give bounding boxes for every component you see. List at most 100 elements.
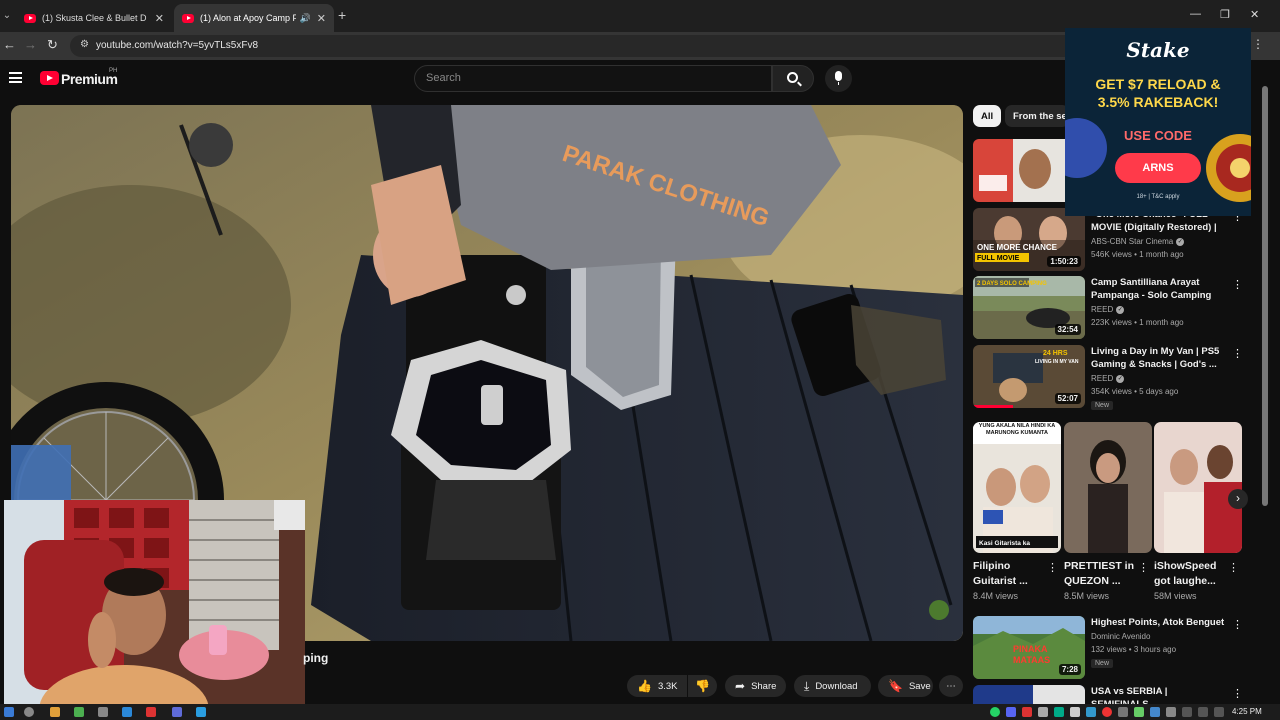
recommendation-item[interactable]: 24 HRS LIVING IN MY VAN 52:07 Living a D… xyxy=(973,345,1243,410)
more-vertical-icon[interactable]: ⋮ xyxy=(1232,347,1243,360)
browser-tab[interactable]: (1) Skusta Clee & Bullet D - "D ✕ xyxy=(16,4,172,32)
more-vertical-icon[interactable]: ⋮ xyxy=(1232,687,1243,700)
tray-icon[interactable] xyxy=(1070,707,1080,717)
recommendation-item[interactable]: PINAKA MATAAS 7:28 Highest Points, Atok … xyxy=(973,616,1243,680)
chevron-right-icon[interactable]: › xyxy=(1228,489,1248,509)
save-label: Save xyxy=(908,680,931,692)
video-thumbnail[interactable]: PINAKA MATAAS 7:28 xyxy=(973,616,1085,679)
channel-row[interactable]: REED ✓ xyxy=(1091,374,1125,383)
recommendation-item[interactable]: ONE MORE CHANCE FULL MOVIE 1:50:23 "One … xyxy=(973,208,1243,272)
more-vertical-icon[interactable]: ⋮ xyxy=(1232,278,1243,291)
tab-close-icon[interactable]: ✕ xyxy=(155,12,164,25)
telegram-icon[interactable] xyxy=(1086,707,1096,717)
hamburger-menu-icon[interactable] xyxy=(9,72,22,83)
new-tab-icon[interactable]: + xyxy=(338,7,346,23)
verified-icon: ✓ xyxy=(1116,374,1125,383)
page-scrollbar[interactable] xyxy=(1262,76,1268,696)
system-clock[interactable]: 4:25 PM xyxy=(1232,707,1262,716)
tray-icon[interactable] xyxy=(1150,707,1160,717)
dislike-button[interactable]: 👎 xyxy=(688,675,717,697)
short-title[interactable]: iShowSpeed got laughe... xyxy=(1154,559,1226,589)
more-vertical-icon[interactable]: ⋮ xyxy=(1138,561,1149,574)
app-icon[interactable] xyxy=(50,707,60,717)
recommendation-item[interactable]: 2 DAYS SOLO CAMPING 32:54 Camp Santillia… xyxy=(973,276,1243,340)
download-button[interactable]: ⤓ Download xyxy=(794,675,871,697)
short-thumbnail[interactable] xyxy=(1064,422,1152,553)
video-thumbnail[interactable] xyxy=(973,685,1085,704)
browser-menu-icon[interactable]: ⋮ xyxy=(1252,37,1264,51)
video-thumbnail[interactable]: ONE MORE CHANCE FULL MOVIE 1:50:23 xyxy=(973,208,1085,271)
like-button[interactable]: 👍 3.3K xyxy=(627,675,687,697)
duration-badge: 7:28 xyxy=(1058,664,1081,675)
app-icon[interactable] xyxy=(122,707,132,717)
voice-search-button[interactable] xyxy=(825,65,852,92)
tray-icon[interactable] xyxy=(1102,707,1112,717)
minimize-icon[interactable]: — xyxy=(1190,8,1201,20)
youtube-logo-icon[interactable] xyxy=(40,71,59,85)
reload-icon[interactable]: ↻ xyxy=(47,37,58,53)
more-vertical-icon[interactable]: ⋮ xyxy=(1228,561,1239,574)
video-thumbnail[interactable]: 2 DAYS SOLO CAMPING 32:54 xyxy=(973,276,1085,339)
search-icon[interactable] xyxy=(24,707,34,717)
app-icon[interactable] xyxy=(74,707,84,717)
app-icon[interactable] xyxy=(98,707,108,717)
maximize-icon[interactable]: ❐ xyxy=(1220,8,1230,21)
short-thumbnail[interactable]: YUNG AKALA NILA HINDI KA MARUNONG KUMANT… xyxy=(973,422,1061,553)
start-icon[interactable] xyxy=(4,707,14,717)
short-item[interactable]: iShowSpeed got laughe... 58M views ⋮ xyxy=(1154,422,1242,612)
short-thumbnail[interactable] xyxy=(1154,422,1242,553)
site-info-icon[interactable]: ⚙ xyxy=(80,39,89,50)
app-icon[interactable] xyxy=(146,707,156,717)
channel-row[interactable]: REED ✓ xyxy=(1091,305,1125,314)
speaker-icon[interactable]: 🔊 xyxy=(300,13,311,24)
short-views: 58M views xyxy=(1154,591,1197,601)
save-button[interactable]: 🔖 Save xyxy=(878,675,933,697)
back-arrow-icon[interactable]: ← xyxy=(3,37,16,52)
recommendation-title[interactable]: USA vs SERBIA | SEMIFINALS xyxy=(1091,685,1227,704)
tray-icon[interactable] xyxy=(1038,707,1048,717)
chip-all[interactable]: All xyxy=(973,105,1002,127)
chip-from-series[interactable]: From the series xyxy=(1005,105,1069,127)
recommendation-title[interactable]: Highest Points, Atok Benguet xyxy=(1091,616,1227,629)
more-vertical-icon[interactable]: ⋮ xyxy=(1232,618,1243,631)
volume-icon[interactable] xyxy=(1198,707,1208,717)
app-icon[interactable] xyxy=(196,707,206,717)
webcam-frame xyxy=(4,500,305,710)
new-badge: New xyxy=(1091,659,1114,668)
thumbnail-image xyxy=(973,685,1085,704)
whatsapp-icon[interactable] xyxy=(990,707,1000,717)
tray-icon[interactable] xyxy=(1022,707,1032,717)
tab-close-icon[interactable]: ✕ xyxy=(317,12,326,25)
short-item[interactable]: PRETTIEST in QUEZON ... 8.5M views ⋮ xyxy=(1064,422,1152,612)
tray-icon[interactable] xyxy=(1054,707,1064,717)
tray-icon[interactable] xyxy=(1134,707,1144,717)
share-button[interactable]: ➦ Share xyxy=(725,675,786,697)
window-close-icon[interactable]: ✕ xyxy=(1250,8,1259,21)
forward-arrow-icon[interactable]: → xyxy=(24,37,37,52)
video-thumbnail[interactable]: 24 HRS LIVING IN MY VAN 52:07 xyxy=(973,345,1085,408)
discord-icon[interactable] xyxy=(1006,707,1016,717)
short-item[interactable]: YUNG AKALA NILA HINDI KA MARUNONG KUMANT… xyxy=(973,422,1061,612)
wifi-icon[interactable] xyxy=(1182,707,1192,717)
tray-icon[interactable] xyxy=(1118,707,1128,717)
short-title[interactable]: Filipino Guitarist ... xyxy=(973,559,1045,589)
battery-icon[interactable] xyxy=(1214,707,1224,717)
app-icon[interactable] xyxy=(172,707,182,717)
tray-icon[interactable] xyxy=(1166,707,1176,717)
browser-tab-active[interactable]: (1) Alon at Apoy Camp Pali 🔊 ✕ xyxy=(174,4,334,32)
recommendation-title[interactable]: Camp Santilliana Arayat Pampanga - Solo … xyxy=(1091,276,1227,302)
ad-code-button[interactable]: ARNS xyxy=(1115,153,1201,183)
stake-ad-banner[interactable]: Stake GET $7 RELOAD & 3.5% RAKEBACK! USE… xyxy=(1065,28,1251,216)
search-input[interactable]: Search xyxy=(414,65,772,92)
recommendation-title[interactable]: Living a Day in My Van | PS5 Gaming & Sn… xyxy=(1091,345,1227,371)
channel-name[interactable]: Dominic Avenido xyxy=(1091,632,1150,641)
search-button[interactable] xyxy=(772,65,814,92)
tab-search-chevron-icon[interactable]: ⌄ xyxy=(0,8,14,24)
short-title[interactable]: PRETTIEST in QUEZON ... xyxy=(1064,559,1136,589)
download-label: Download xyxy=(815,680,858,692)
more-vertical-icon[interactable]: ⋮ xyxy=(1047,561,1058,574)
recommendation-item[interactable]: USA vs SERBIA | SEMIFINALS ⋮ xyxy=(973,685,1243,704)
channel-row[interactable]: ABS-CBN Star Cinema ✓ xyxy=(1091,237,1185,246)
more-actions-button[interactable]: ⋯ xyxy=(939,675,963,697)
scrollbar-thumb[interactable] xyxy=(1262,86,1268,506)
